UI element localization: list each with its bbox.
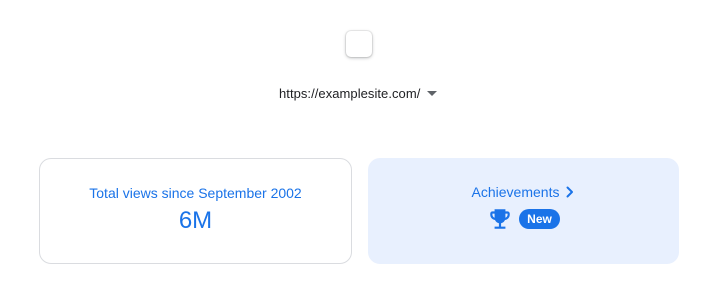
total-views-card: Total views since September 2002 6M [39,158,352,264]
property-selector[interactable]: https://examplesite.com/ [279,83,438,103]
trophy-icon [490,209,510,229]
dropdown-arrow-icon [427,91,438,96]
chevron-right-icon [566,186,574,198]
total-views-label: Total views since September 2002 [89,185,302,201]
total-views-value: 6M [178,207,213,234]
property-url: https://examplesite.com/ [279,85,421,101]
achievements-title: Achievements [471,184,560,200]
site-favicon [346,31,372,57]
search-console-overview: https://examplesite.com/ Total views sin… [0,0,715,283]
new-badge: New [519,209,560,229]
achievements-card[interactable]: Achievements New [368,158,679,264]
achievements-header[interactable]: Achievements [472,184,576,200]
achievements-row: New [487,206,560,232]
